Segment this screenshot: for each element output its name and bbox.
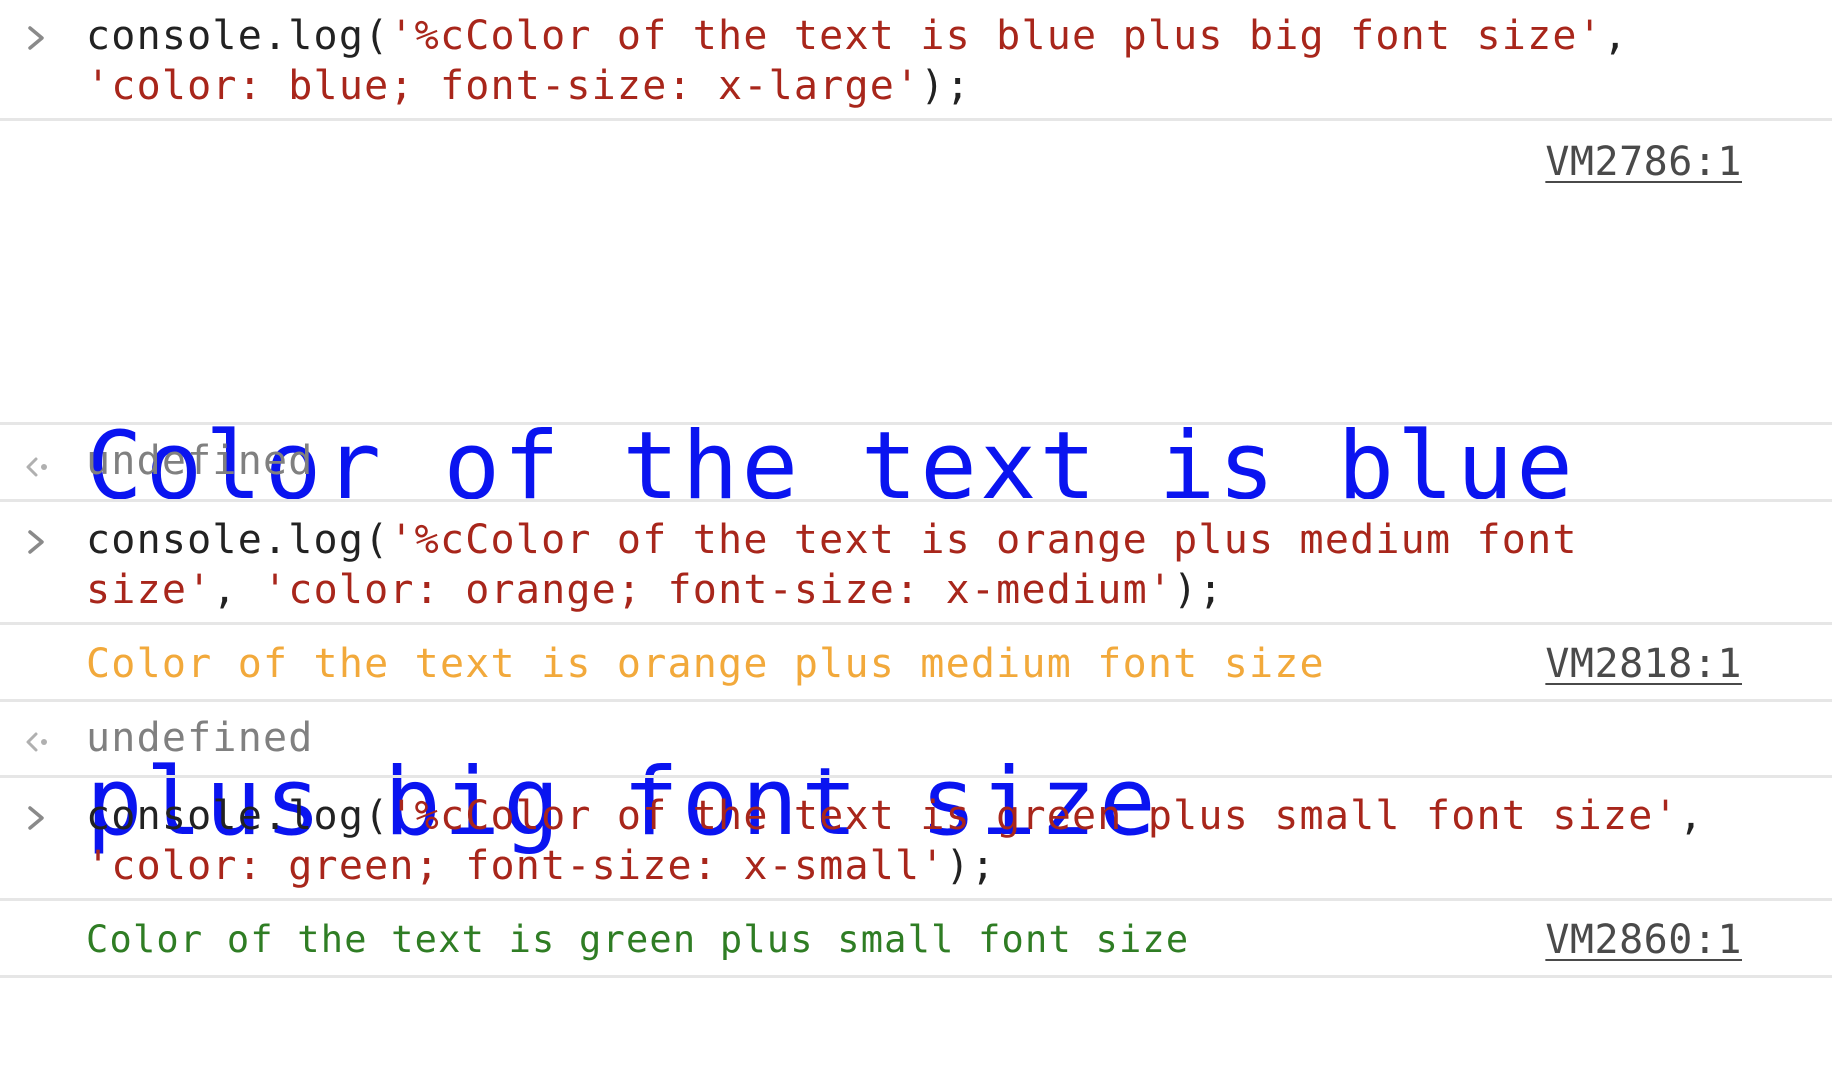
styled-log-output: Color of the text is green plus small fo… (86, 918, 1190, 961)
console-output-row: Color of the text is green plus small fo… (0, 901, 1832, 975)
result-value: undefined (86, 715, 314, 761)
chevron-right-icon (22, 522, 54, 562)
code-suffix: ); (1173, 567, 1224, 613)
console-result-row: undefined (0, 702, 1832, 775)
result-arrow-icon (22, 722, 54, 762)
console-output-row: Color of the text is orange plus medium … (0, 625, 1832, 699)
string-literal: 'color: orange; font-size: x-medium' (263, 567, 1174, 613)
result-value: undefined (86, 438, 314, 484)
console-input-row[interactable]: console.log('%cColor of the text is gree… (0, 778, 1832, 898)
styled-log-output: Color of the text is orange plus medium … (86, 641, 1325, 687)
code-comma: , (1678, 793, 1730, 839)
code-suffix: ); (920, 63, 971, 109)
code-prefix: console.log( (86, 793, 390, 839)
source-link[interactable]: VM2786:1 (1545, 137, 1742, 187)
console-input-code: console.log('%cColor of the text is blue… (86, 11, 1736, 111)
devtools-console: console.log('%cColor of the text is blue… (0, 0, 1832, 978)
string-literal: '%cColor of the text is blue plus big fo… (389, 13, 1603, 59)
console-input-row[interactable]: console.log('%cColor of the text is oran… (0, 502, 1832, 622)
result-arrow-icon (22, 447, 54, 487)
chevron-right-icon (22, 798, 54, 838)
code-prefix: console.log( (86, 517, 390, 563)
console-input-code: console.log('%cColor of the text is oran… (86, 515, 1736, 615)
chevron-right-icon (22, 18, 54, 58)
console-result-row: undefined (0, 425, 1832, 499)
code-prefix: console.log( (86, 13, 390, 59)
console-input-row[interactable]: console.log('%cColor of the text is blue… (0, 0, 1832, 118)
string-literal: '%cColor of the text is green plus small… (389, 793, 1679, 839)
console-output-row: VM2786:1 Color of the text is blue plus … (0, 121, 1832, 857)
code-suffix: ); (945, 843, 997, 889)
console-input-code: console.log('%cColor of the text is gree… (86, 791, 1736, 891)
string-literal: 'color: blue; font-size: x-large' (86, 63, 921, 109)
source-link[interactable]: VM2860:1 (1545, 915, 1742, 965)
code-comma: , (212, 567, 263, 613)
source-link[interactable]: VM2818:1 (1545, 639, 1742, 689)
string-literal: 'color: green; font-size: x-small' (86, 843, 946, 889)
code-comma: , (1602, 13, 1654, 59)
